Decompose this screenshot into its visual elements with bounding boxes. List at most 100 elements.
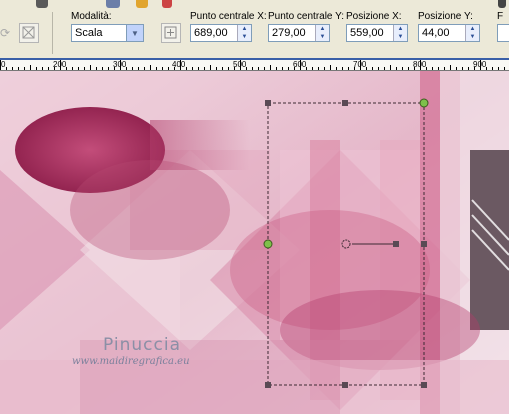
position-x-field[interactable]: 559,00 ▲ ▼: [346, 24, 408, 42]
spin-up-icon[interactable]: ▲: [315, 25, 329, 33]
ruler-tick: [192, 67, 193, 70]
ruler-tick: [462, 67, 463, 70]
watermark-name: Pinuccia: [103, 335, 181, 355]
ruler-tick: [366, 67, 367, 70]
corner-handle: [265, 100, 271, 106]
ruler-tick: [420, 60, 421, 70]
spin-down-icon[interactable]: ▼: [465, 33, 479, 41]
chevron-down-icon[interactable]: ▼: [126, 25, 143, 41]
ruler-tick: [144, 67, 145, 70]
ruler-tick: [480, 60, 481, 70]
tool-icon[interactable]: [106, 0, 120, 8]
deform-icon[interactable]: [19, 23, 39, 43]
ruler-tick: [336, 67, 337, 70]
spin-down-icon[interactable]: ▼: [237, 33, 251, 41]
edge-handle-right: [421, 241, 427, 247]
ruler-tick: [402, 67, 403, 70]
horizontal-ruler: 0 200 300 400 500 600 700 800 900: [0, 58, 509, 71]
spin-up-icon[interactable]: ▲: [465, 25, 479, 33]
position-y-field[interactable]: 44,00 ▲ ▼: [418, 24, 480, 42]
ruler-tick: [408, 67, 409, 70]
paint-icon[interactable]: [136, 0, 148, 8]
ruler-tick: [360, 60, 361, 70]
ruler-tick: [504, 67, 505, 70]
spin-arrows[interactable]: ▲ ▼: [393, 25, 407, 41]
tool-icon[interactable]: [36, 0, 48, 8]
ruler-tick: [126, 67, 127, 70]
ruler-tick: [12, 67, 13, 70]
ruler-tick: [168, 67, 169, 70]
ruler-tick: [36, 67, 37, 70]
ruler-tick: [270, 65, 271, 70]
ruler-tick: [258, 67, 259, 70]
spin-up-icon[interactable]: ▲: [237, 25, 251, 33]
ruler-tick: [378, 67, 379, 70]
ruler-tick: [186, 67, 187, 70]
center-icon[interactable]: [161, 23, 181, 43]
ruler-tick: [390, 65, 391, 70]
ruler-tick: [54, 67, 55, 70]
center-y-field[interactable]: 279,00 ▲ ▼: [268, 24, 330, 42]
ruler-tick: [42, 67, 43, 70]
spin-down-icon[interactable]: ▼: [315, 33, 329, 41]
ruler-tick: [450, 65, 451, 70]
ruler-tick: [210, 65, 211, 70]
ruler-tick: [108, 67, 109, 70]
reset-icon[interactable]: ⟳: [0, 26, 10, 40]
ruler-tick: [96, 67, 97, 70]
ruler-tick: [0, 60, 1, 70]
mode-select[interactable]: Scala ▼: [71, 24, 144, 42]
ruler-tick: [396, 67, 397, 70]
separator: [52, 12, 53, 54]
ruler-tick: [312, 67, 313, 70]
ruler-tick: [354, 67, 355, 70]
ruler-tick: [102, 67, 103, 70]
ruler-tick: [432, 67, 433, 70]
spin-arrows[interactable]: ▲ ▼: [465, 25, 479, 41]
ruler-tick: [60, 60, 61, 70]
mode-label: Modalità:: [71, 11, 112, 22]
ruler-tick: [132, 67, 133, 70]
ruler-tick: [84, 67, 85, 70]
eraser-icon[interactable]: [162, 0, 172, 8]
spin-arrows[interactable]: ▲ ▼: [315, 25, 329, 41]
ruler-tick: [18, 67, 19, 70]
corner-handle: [265, 382, 271, 388]
center-y-value: 279,00: [272, 27, 306, 39]
ruler-tick: [24, 67, 25, 70]
ruler-tick: [120, 60, 121, 70]
center-x-value: 689,00: [194, 27, 228, 39]
edge-handle: [342, 382, 348, 388]
spin-arrows[interactable]: ▲ ▼: [237, 25, 251, 41]
ruler-tick: [234, 67, 235, 70]
ruler-tick: [282, 67, 283, 70]
ruler-tick: [426, 67, 427, 70]
image-canvas[interactable]: Pinuccia www.maidiregrafica.eu: [0, 71, 509, 414]
ruler-tick: [198, 67, 199, 70]
mode-value: Scala: [75, 27, 103, 39]
ruler-tick: [468, 67, 469, 70]
ruler-tick: [492, 67, 493, 70]
tool-options-toolbar: ⟳ Modalità: Scala ▼ Punto centrale X: 68…: [0, 0, 509, 59]
tool-icon[interactable]: [498, 0, 506, 8]
center-y-label: Punto centrale Y:: [268, 11, 344, 22]
spin-down-icon[interactable]: ▼: [393, 33, 407, 41]
position-x-value: 559,00: [350, 27, 384, 39]
spin-up-icon[interactable]: ▲: [393, 25, 407, 33]
center-x-label: Punto centrale X:: [190, 11, 267, 22]
center-x-field[interactable]: 689,00 ▲ ▼: [190, 24, 252, 42]
rotation-handle: [419, 98, 429, 108]
ruler-tick: [324, 67, 325, 70]
ruler-tick: [246, 67, 247, 70]
ruler-tick: [48, 67, 49, 70]
ruler-tick: [216, 67, 217, 70]
ruler-tick: [300, 60, 301, 70]
ruler-tick: [240, 60, 241, 70]
ruler-tick: [414, 67, 415, 70]
ruler-tick: [174, 67, 175, 70]
overflow-field[interactable]: [497, 24, 509, 42]
ruler-tick: [372, 67, 373, 70]
ruler-tick: [222, 67, 223, 70]
ruler-tick: [456, 67, 457, 70]
ruler-tick: [306, 67, 307, 70]
